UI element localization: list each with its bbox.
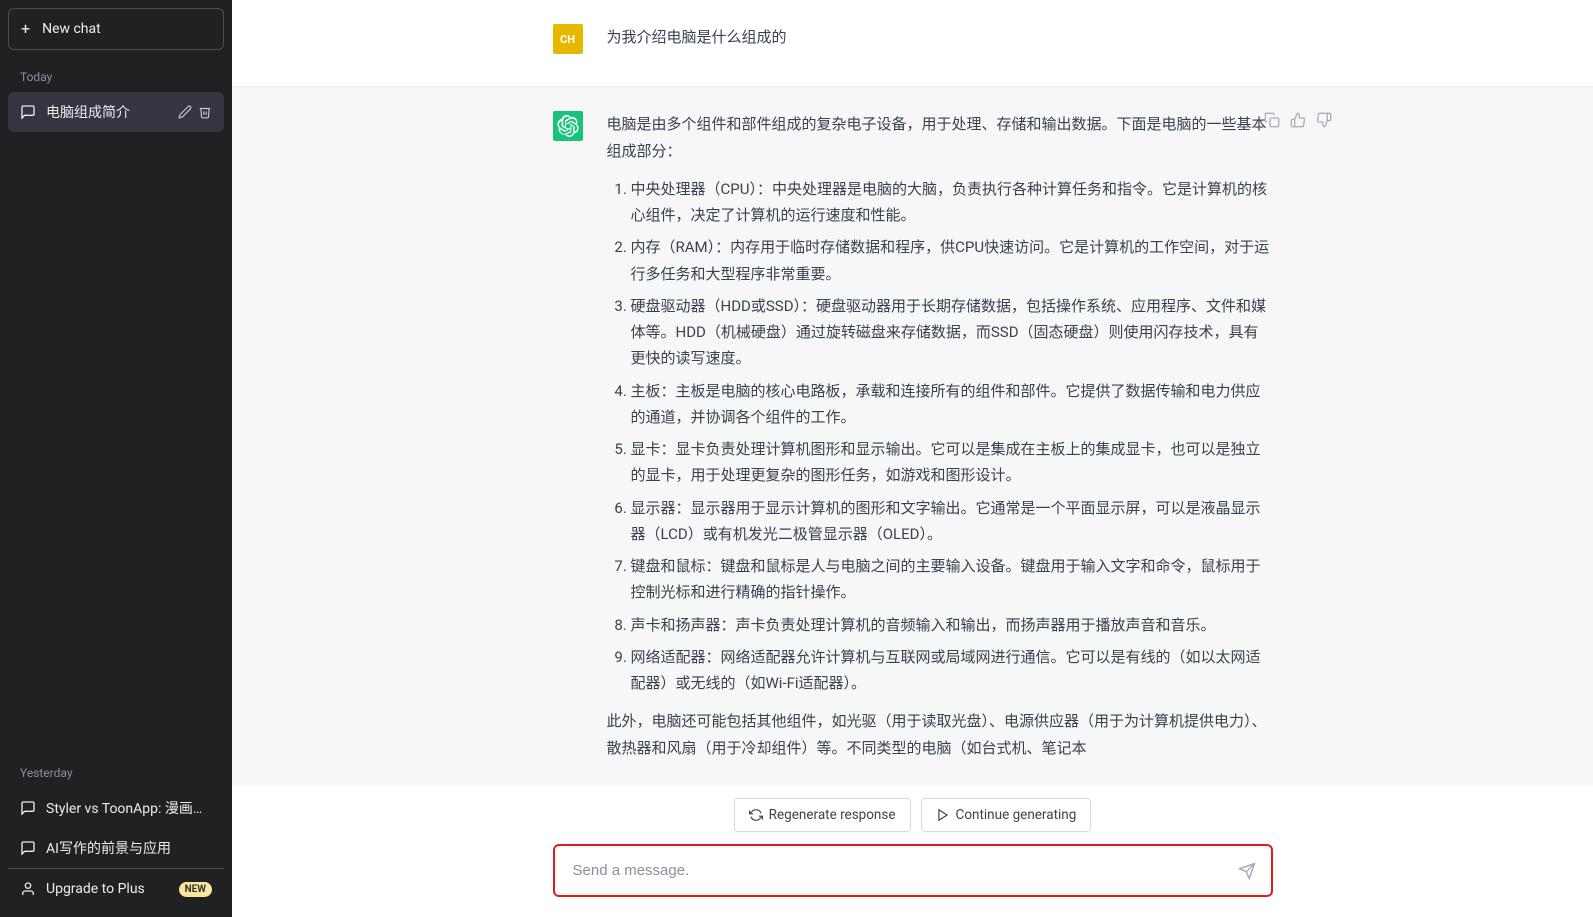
assistant-list-item: 硬盘驱动器（HDD或SSD）：硬盘驱动器用于长期存储数据，包括操作系统、应用程序… xyxy=(631,293,1273,372)
chat-item-active[interactable]: 电脑组成简介 xyxy=(8,92,224,132)
assistant-list-item: 键盘和鼠标：键盘和鼠标是人与电脑之间的主要输入设备。键盘用于输入文字和命令，鼠标… xyxy=(631,553,1273,606)
chat-bubble-icon xyxy=(20,104,36,120)
assistant-list: 中央处理器（CPU）：中央处理器是电脑的大脑，负责执行各种计算任务和指令。它是计… xyxy=(607,176,1273,697)
assistant-message-content: 电脑是由多个组件和部件组成的复杂电子设备，用于处理、存储和输出数据。下面是电脑的… xyxy=(607,111,1273,773)
chat-item[interactable]: Styler vs ToonApp: 漫画脸优势 xyxy=(8,788,224,828)
send-button[interactable] xyxy=(1237,861,1257,881)
chat-item-title: AI写作的前景与应用 xyxy=(46,838,212,858)
regenerate-button[interactable]: Regenerate response xyxy=(734,798,911,832)
assistant-list-item: 显卡：显卡负责处理计算机图形和显示输出。它可以是集成在主板上的集成显卡，也可以是… xyxy=(631,436,1273,489)
new-chat-label: New chat xyxy=(42,21,101,37)
assistant-outro: 此外，电脑还可能包括其他组件，如光驱（用于读取光盘）、电源供应器（用于为计算机提… xyxy=(607,708,1273,761)
user-message: CH 为我介绍电脑是什么组成的 xyxy=(232,0,1593,86)
action-buttons-row: Regenerate response Continue generating xyxy=(734,798,1092,832)
chat-item-title: Styler vs ToonApp: 漫画脸优势 xyxy=(46,798,212,818)
sidebar-bottom: Yesterday Styler vs ToonApp: 漫画脸优势 AI写作的… xyxy=(8,746,224,909)
user-avatar-text: CH xyxy=(560,33,575,46)
chat-item-title: 电脑组成简介 xyxy=(46,102,168,122)
main-area: CH 为我介绍电脑是什么组成的 电脑是由多个组件和部件组成的复杂电子设备，用于处… xyxy=(232,0,1593,917)
chat-item[interactable]: AI写作的前景与应用 xyxy=(8,828,224,868)
message-input[interactable] xyxy=(557,848,1269,893)
sidebar-today-section: Today 电脑组成简介 xyxy=(8,62,224,132)
chat-bubble-icon xyxy=(20,840,36,856)
user-avatar: CH xyxy=(553,24,583,54)
delete-icon[interactable] xyxy=(198,105,212,119)
assistant-list-item: 主板：主板是电脑的核心电路板，承载和连接所有的组件和部件。它提供了数据传输和电力… xyxy=(631,378,1273,431)
chat-bubble-icon xyxy=(20,800,36,816)
sidebar-yesterday-section: Yesterday Styler vs ToonApp: 漫画脸优势 AI写作的… xyxy=(8,758,224,868)
assistant-list-item: 声卡和扬声器：声卡负责处理计算机的音频输入和输出，而扬声器用于播放声音和音乐。 xyxy=(631,612,1273,638)
assistant-list-item: 网络适配器：网络适配器允许计算机与互联网或局域网进行通信。它可以是有线的（如以太… xyxy=(631,644,1273,697)
assistant-list-item: 中央处理器（CPU）：中央处理器是电脑的大脑，负责执行各种计算任务和指令。它是计… xyxy=(631,176,1273,229)
refresh-icon xyxy=(749,808,763,822)
new-badge: NEW xyxy=(179,882,212,897)
continue-label: Continue generating xyxy=(956,807,1077,823)
input-area: Regenerate response Continue generating xyxy=(232,786,1593,917)
yesterday-label: Yesterday xyxy=(8,758,224,788)
assistant-avatar xyxy=(553,111,583,141)
assistant-list-item: 显示器：显示器用于显示计算机的图形和文字输出。它通常是一个平面显示屏，可以是液晶… xyxy=(631,495,1273,548)
edit-icon[interactable] xyxy=(178,105,192,119)
new-chat-button[interactable]: + New chat xyxy=(8,8,224,50)
sidebar: + New chat Today 电脑组成简介 Yesterday xyxy=(0,0,232,917)
user-message-text: 为我介绍电脑是什么组成的 xyxy=(607,24,1273,50)
message-actions xyxy=(1263,111,1333,129)
regenerate-label: Regenerate response xyxy=(769,807,896,823)
plus-icon: + xyxy=(21,21,30,37)
user-message-content: 为我介绍电脑是什么组成的 xyxy=(607,24,1273,62)
thumbs-down-icon[interactable] xyxy=(1315,111,1333,129)
today-label: Today xyxy=(8,62,224,92)
assistant-intro: 电脑是由多个组件和部件组成的复杂电子设备，用于处理、存储和输出数据。下面是电脑的… xyxy=(607,111,1273,164)
continue-icon xyxy=(936,808,950,822)
input-wrapper xyxy=(553,844,1273,897)
copy-icon[interactable] xyxy=(1263,111,1281,129)
user-icon xyxy=(20,881,36,897)
upgrade-button[interactable]: Upgrade to Plus NEW xyxy=(8,868,224,909)
conversation[interactable]: CH 为我介绍电脑是什么组成的 电脑是由多个组件和部件组成的复杂电子设备，用于处… xyxy=(232,0,1593,786)
assistant-message: 电脑是由多个组件和部件组成的复杂电子设备，用于处理、存储和输出数据。下面是电脑的… xyxy=(232,86,1593,786)
continue-button[interactable]: Continue generating xyxy=(921,798,1092,832)
thumbs-up-icon[interactable] xyxy=(1289,111,1307,129)
assistant-list-item: 内存（RAM）：内存用于临时存储数据和程序，供CPU快速访问。它是计算机的工作空… xyxy=(631,234,1273,287)
upgrade-label: Upgrade to Plus xyxy=(46,881,145,897)
